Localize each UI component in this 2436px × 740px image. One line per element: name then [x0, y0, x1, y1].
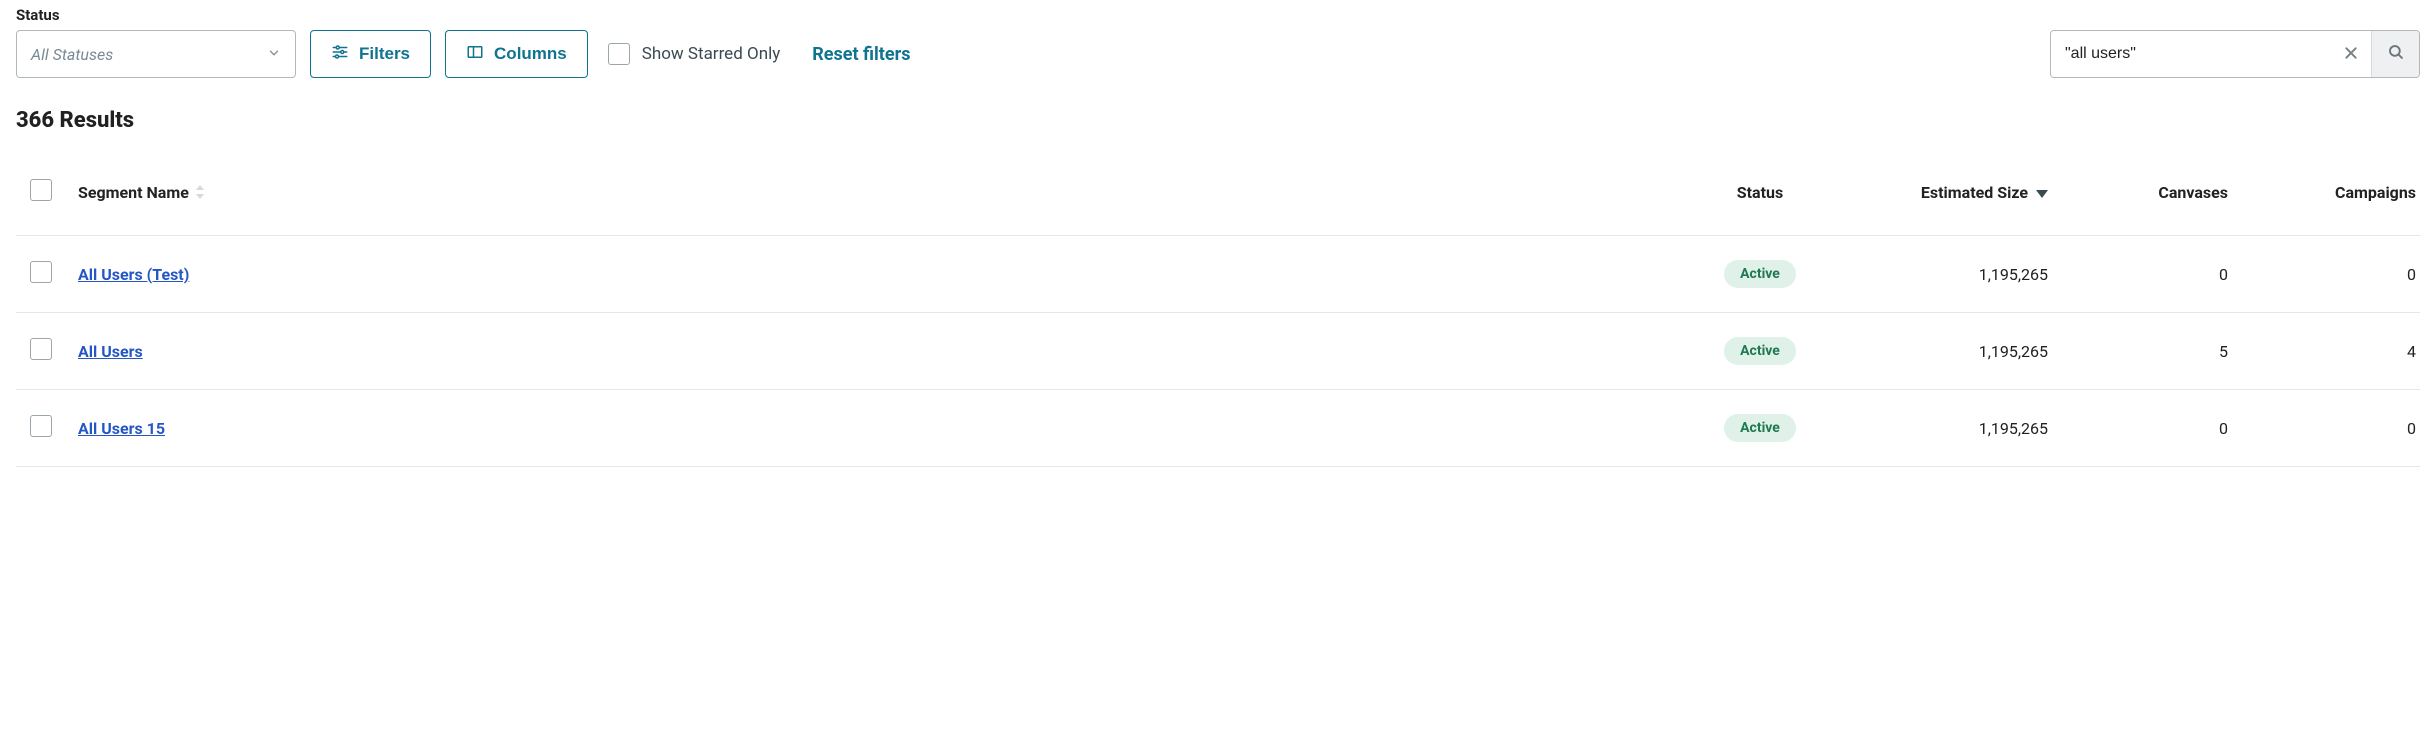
campaigns-value: 0: [2407, 419, 2416, 438]
campaigns-value: 0: [2407, 265, 2416, 284]
canvases-value: 5: [2219, 342, 2228, 361]
status-badge: Active: [1724, 260, 1796, 288]
reset-filters-link[interactable]: Reset filters: [812, 44, 910, 65]
column-header-size[interactable]: Estimated Size: [1921, 183, 2028, 202]
columns-button[interactable]: Columns: [445, 30, 588, 78]
canvases-value: 0: [2219, 419, 2228, 438]
column-header-campaigns[interactable]: Campaigns: [2335, 183, 2416, 202]
status-badge: Active: [1724, 414, 1796, 442]
row-checkbox[interactable]: [30, 415, 52, 437]
select-all-checkbox[interactable]: [30, 179, 52, 201]
estimated-size-value: 1,195,265: [1979, 342, 2048, 361]
segment-name-link[interactable]: All Users: [78, 342, 143, 361]
search-submit-button[interactable]: [2371, 31, 2419, 77]
column-header-status[interactable]: Status: [1737, 183, 1783, 202]
column-header-canvases[interactable]: Canvases: [2158, 183, 2228, 202]
canvases-value: 0: [2219, 265, 2228, 284]
search-clear-button[interactable]: [2331, 31, 2371, 77]
toolbar: All Statuses Filters Columns Show Starre…: [16, 30, 2420, 78]
search-box: [2050, 30, 2420, 78]
segments-table: Segment Name Status Estimated Size Canva…: [16, 161, 2420, 467]
status-badge: Active: [1724, 337, 1796, 365]
filters-button-label: Filters: [359, 44, 410, 64]
row-checkbox[interactable]: [30, 338, 52, 360]
starred-only-label: Show Starred Only: [642, 44, 781, 64]
estimated-size-value: 1,195,265: [1979, 265, 2048, 284]
status-select[interactable]: All Statuses: [16, 30, 296, 78]
search-icon: [2387, 43, 2405, 65]
results-count: 366 Results: [16, 108, 2420, 133]
chevron-down-icon: [267, 45, 281, 64]
columns-icon: [466, 43, 484, 66]
status-select-value: All Statuses: [31, 45, 113, 64]
segment-name-link[interactable]: All Users (Test): [78, 265, 189, 284]
close-icon: [2343, 42, 2359, 66]
table-row: All Users 15 Active 1,195,265 0 0: [16, 390, 2420, 467]
table-row: All Users (Test) Active 1,195,265 0 0: [16, 236, 2420, 313]
estimated-size-value: 1,195,265: [1979, 419, 2048, 438]
sort-desc-icon: [2036, 183, 2048, 202]
column-header-name[interactable]: Segment Name: [78, 183, 189, 202]
row-checkbox[interactable]: [30, 261, 52, 283]
search-input[interactable]: [2051, 31, 2331, 77]
segment-name-link[interactable]: All Users 15: [78, 419, 165, 438]
status-filter-label: Status: [16, 6, 2420, 24]
starred-only-wrap: Show Starred Only: [608, 43, 781, 65]
filters-button[interactable]: Filters: [310, 30, 431, 78]
table-row: All Users Active 1,195,265 5 4: [16, 313, 2420, 390]
columns-button-label: Columns: [494, 44, 567, 64]
sort-indicator-icon: [195, 185, 205, 199]
starred-only-checkbox[interactable]: [608, 43, 630, 65]
sliders-icon: [331, 43, 349, 66]
campaigns-value: 4: [2407, 342, 2416, 361]
